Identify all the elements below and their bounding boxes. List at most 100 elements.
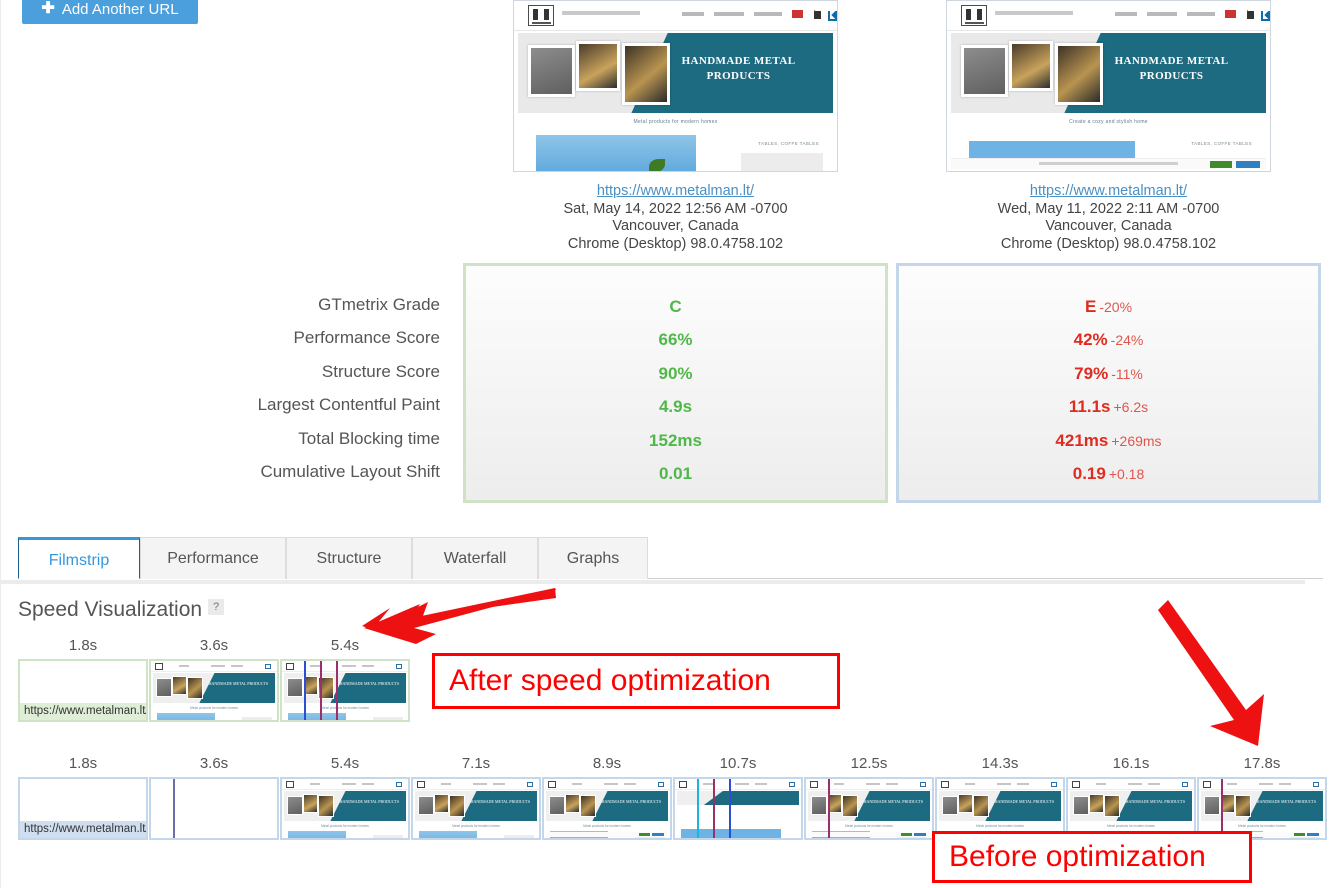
progress-line	[828, 779, 830, 838]
metric-label-4: Total Blocking time	[298, 428, 440, 448]
mini-site-nav	[544, 779, 670, 790]
report-url-right[interactable]: https://www.metalman.lt/	[1030, 183, 1187, 199]
filmstrip-frame-preview: https://www.metalman.lt/	[20, 661, 146, 720]
add-another-url-button[interactable]: ✚ Add Another URL	[22, 0, 198, 24]
speed-visualization-label: Speed Visualization	[18, 598, 203, 621]
filmstrip-frame-preview: HANDMADE METAL PRODUCTS Metal products fo…	[937, 779, 1063, 838]
report-location-left: Vancouver, Canada	[612, 218, 739, 234]
filmstrip-frame[interactable]: HANDMADE METAL PRODUCTS Metal products fo…	[149, 659, 279, 722]
mini-hero: HANDMADE METAL PRODUCTS	[546, 791, 668, 821]
arrow-before-optimization-icon	[1158, 600, 1264, 746]
report-url-left[interactable]: https://www.metalman.lt/	[597, 183, 754, 199]
progress-line	[173, 779, 175, 838]
site-hero: HANDMADE METAL PRODUCTS	[951, 33, 1266, 113]
progress-line	[697, 779, 699, 838]
frame-url-overlay: https://www.metalman.lt/	[20, 703, 146, 720]
metric-label-1: Performance Score	[293, 328, 440, 348]
tab-filmstrip[interactable]: Filmstrip	[18, 537, 140, 579]
metric-row-right-0: E -20%	[899, 290, 1318, 323]
annotation-before-optimization: Before optimization	[932, 831, 1252, 883]
metric-value-right-0: E	[1084, 297, 1097, 316]
filmstrip-frame[interactable]: https://www.metalman.lt/	[18, 777, 148, 840]
tab-waterfall[interactable]: Waterfall	[412, 537, 538, 579]
filmstrip-time-0-1: 3.6s	[199, 637, 229, 654]
mini-hero: HANDMADE METAL PRODUCTS	[1070, 791, 1192, 821]
hero-subtitle-left: Metal products for modern homes	[633, 119, 718, 125]
metric-value-right-1: 42%	[1073, 330, 1108, 350]
filmstrip-frame[interactable]: HANDMADE METAL PRODUCTS Metal products fo…	[280, 777, 410, 840]
report-date-right: Wed, May 11, 2022 2:11 AM -0700	[997, 200, 1220, 217]
filmstrip-frame[interactable]	[149, 777, 279, 840]
mini-hero: HANDMADE METAL PRODUCTS	[415, 791, 537, 821]
filmstrip-time-0-0: 1.8s	[68, 637, 98, 654]
filmstrip-time-1-2: 5.4s	[330, 755, 360, 772]
mini-logo-icon	[1072, 781, 1080, 788]
metric-row-right-2: 79% -11%	[899, 357, 1318, 390]
arrow-after-optimization-icon	[362, 588, 556, 644]
filmstrip-frame[interactable]: HANDMADE METAL PRODUCTS Metal products fo…	[280, 659, 410, 722]
progress-line	[336, 661, 338, 720]
mini-logo-icon	[155, 663, 163, 670]
report-browser-left: Chrome (Desktop) 98.0.4758.102	[567, 235, 784, 252]
filmstrip-frame[interactable]: HANDMADE METAL PRODUCTS Metal products fo…	[411, 777, 541, 840]
metric-row-left-4: 152ms	[466, 424, 885, 457]
filmstrip-time-1-0: 1.8s	[68, 755, 98, 772]
mini-cart-icon	[1051, 782, 1057, 787]
metric-row-right-5: 0.19 +0.18	[899, 457, 1318, 490]
filmstrip-frames: https://www.metalman.lt/HANDMADE METAL P…	[18, 659, 411, 722]
mini-cart-icon	[658, 782, 664, 787]
metric-value-left-5: 0.01	[658, 463, 693, 483]
mini-logo-icon	[417, 781, 425, 788]
tabs-underline	[0, 580, 1305, 584]
filmstrip-frame[interactable]	[673, 777, 803, 840]
metrics-panel-right: E -20% 42% -24% 79% -11% 11.1s +6.2s 421ms +269ms…	[896, 263, 1321, 503]
tab-performance[interactable]: Performance	[140, 537, 286, 579]
metric-label-2: Structure Score	[321, 361, 440, 381]
filmstrip-row-before-optimization: 1.8s 3.6s 5.4s 7.1s 8.9s 10.7s 12.5s 14.3s 16.1s…	[18, 755, 1328, 840]
metric-value-left-3: 4.9s	[658, 397, 693, 417]
metric-row-left-0: C	[466, 290, 885, 323]
metric-value-left-1: 66%	[658, 330, 693, 350]
filmstrip-frame-preview: HANDMADE METAL PRODUCTS Metal products fo…	[151, 661, 277, 720]
mini-site-nav	[937, 779, 1063, 790]
metric-row-left-3: 4.9s	[466, 390, 885, 423]
metric-label-3: Largest Contentful Paint	[257, 395, 440, 415]
tab-structure[interactable]: Structure	[286, 537, 412, 579]
mini-cart-icon	[1182, 782, 1188, 787]
question-mark-icon[interactable]: ?	[208, 599, 225, 615]
tab-label: Performance	[167, 550, 259, 567]
filmstrip-time-1-5: 10.7s	[719, 755, 757, 772]
mini-logo-icon	[810, 781, 818, 788]
metric-labels: GTmetrix Grade Performance Score Structure…	[190, 288, 440, 488]
metrics-panel-left: C 66% 90% 4.9s 152ms 0.01	[463, 263, 888, 503]
site-logo-icon	[961, 5, 987, 26]
filmstrip-frame-preview: HANDMADE METAL PRODUCTS Metal products fo…	[806, 779, 932, 838]
screenshot-thumbnail-right[interactable]: HANDMADE METAL PRODUCTS Create a cozy an…	[946, 0, 1271, 172]
filmstrip-timestamps: 1.8s 3.6s 5.4s 7.1s 8.9s 10.7s 12.5s 14.3s 16.1s…	[18, 755, 1328, 777]
filmstrip-frame[interactable]: https://www.metalman.lt/	[18, 659, 148, 722]
report-column-left: HANDMADE METAL PRODUCTS Metal products f…	[463, 0, 888, 253]
tab-graphs[interactable]: Graphs	[538, 537, 648, 579]
filmstrip-frame-preview	[151, 779, 277, 838]
metric-label-0: GTmetrix Grade	[318, 295, 440, 314]
metric-row-left-2: 90%	[466, 357, 885, 390]
metric-delta-right-4: +269ms	[1111, 432, 1162, 449]
mini-site-nav	[282, 779, 408, 790]
gtmetrix-comparison-page: ✚ Add Another URL HANDMADE METAL PRODUCT…	[0, 0, 1341, 888]
metric-value-left-0: C	[669, 297, 682, 316]
tab-label: Graphs	[566, 550, 620, 567]
mini-cart-icon	[527, 782, 533, 787]
report-column-right: HANDMADE METAL PRODUCTS Create a cozy an…	[896, 0, 1321, 253]
filmstrip-frame[interactable]: HANDMADE METAL PRODUCTS Metal products fo…	[804, 777, 934, 840]
site-logo-icon	[528, 5, 554, 26]
speed-visualization-title: Speed Visualization?	[18, 598, 225, 622]
screenshot-thumbnail-left[interactable]: HANDMADE METAL PRODUCTS Metal products f…	[513, 0, 838, 172]
metric-label-5: Cumulative Layout Shift	[260, 461, 440, 481]
add-another-url-label: Add Another URL	[61, 0, 179, 18]
annotation-after-text: After speed optimization	[449, 664, 771, 697]
mini-cart-icon	[396, 782, 402, 787]
filmstrip-frame-preview	[675, 779, 801, 838]
filmstrip-time-1-4: 8.9s	[592, 755, 622, 772]
filmstrip-frame[interactable]: HANDMADE METAL PRODUCTS Metal products fo…	[542, 777, 672, 840]
mini-logo-icon	[286, 663, 294, 670]
